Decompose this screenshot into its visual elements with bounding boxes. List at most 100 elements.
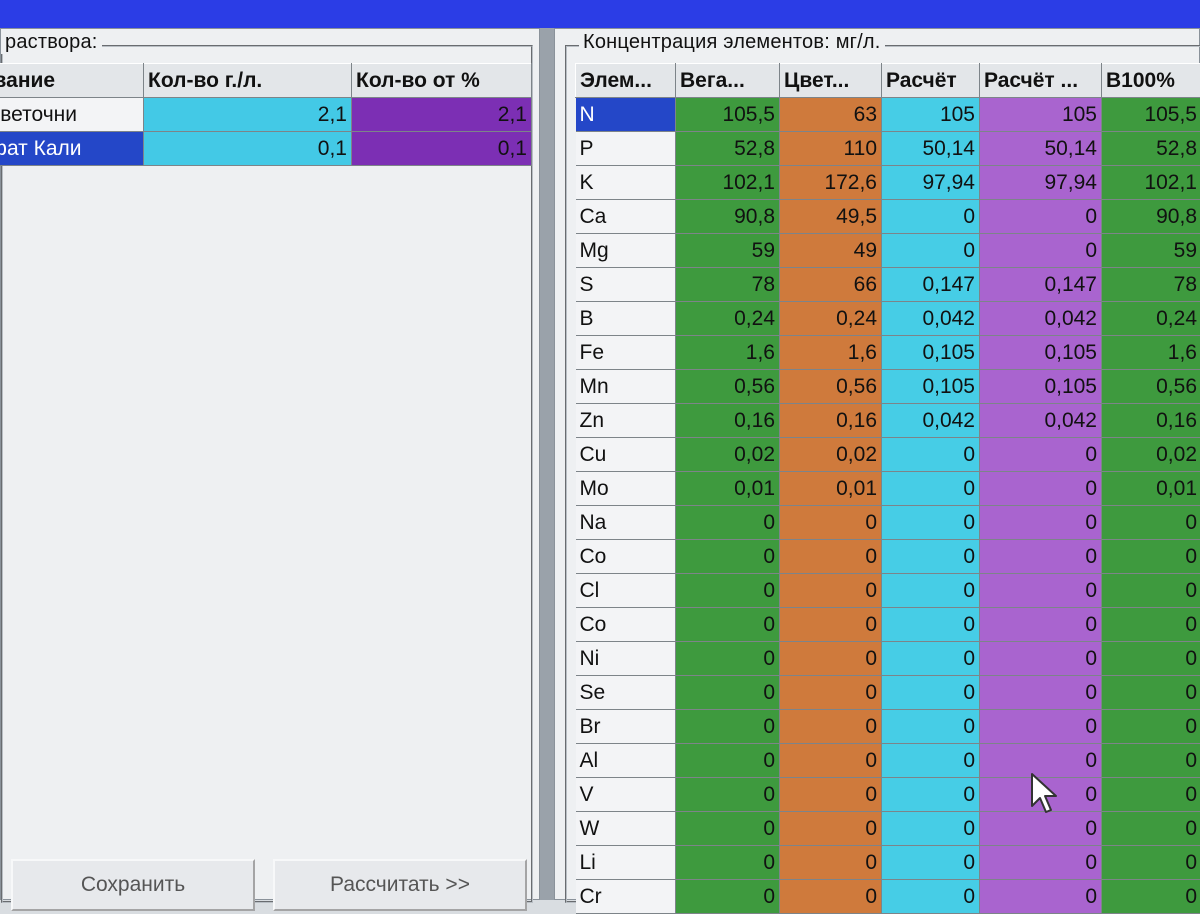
calc-value-cell[interactable]: 0 (882, 846, 980, 880)
calc2-value-cell[interactable]: 0 (980, 608, 1102, 642)
element-symbol-cell[interactable]: Zn (576, 404, 676, 438)
calc-value-cell[interactable]: 0 (882, 778, 980, 812)
calc-value-cell[interactable]: 0 (882, 234, 980, 268)
element-symbol-cell[interactable]: P (576, 132, 676, 166)
qty-pct-cell[interactable]: 0,1 (352, 132, 532, 166)
column-header-name[interactable]: нование (0, 64, 144, 98)
table-row[interactable]: P52,811050,1450,1452,8 (576, 132, 1200, 166)
calc-value-cell[interactable]: 0 (882, 608, 980, 642)
flower-value-cell[interactable]: 0 (780, 710, 882, 744)
element-symbol-cell[interactable]: S (576, 268, 676, 302)
b100-value-cell[interactable]: 0 (1102, 506, 1200, 540)
b100-value-cell[interactable]: 0 (1102, 574, 1200, 608)
table-row[interactable]: Al00000 (576, 744, 1200, 778)
veg-value-cell[interactable]: 52,8 (676, 132, 780, 166)
calc2-value-cell[interactable]: 0 (980, 472, 1102, 506)
qty-gl-cell[interactable]: 2,1 (144, 98, 352, 132)
calc2-value-cell[interactable]: 0 (980, 438, 1102, 472)
flower-value-cell[interactable]: 110 (780, 132, 882, 166)
veg-value-cell[interactable]: 0 (676, 880, 780, 914)
element-symbol-cell[interactable]: Br (576, 710, 676, 744)
veg-value-cell[interactable]: 0,24 (676, 302, 780, 336)
calc-value-cell[interactable]: 0,105 (882, 370, 980, 404)
b100-value-cell[interactable]: 0,01 (1102, 472, 1200, 506)
veg-value-cell[interactable]: 78 (676, 268, 780, 302)
b100-value-cell[interactable]: 1,6 (1102, 336, 1200, 370)
column-header-calc[interactable]: Расчёт (882, 64, 980, 98)
calc-value-cell[interactable]: 0 (882, 880, 980, 914)
fertilizer-name-cell[interactable]: я Цветочни (0, 98, 144, 132)
element-symbol-cell[interactable]: Fe (576, 336, 676, 370)
flower-value-cell[interactable]: 0 (780, 506, 882, 540)
calc2-value-cell[interactable]: 0 (980, 846, 1102, 880)
table-row[interactable]: Fe1,61,60,1050,1051,6 (576, 336, 1200, 370)
calc2-value-cell[interactable]: 105 (980, 98, 1102, 132)
b100-value-cell[interactable]: 0 (1102, 608, 1200, 642)
flower-value-cell[interactable]: 49,5 (780, 200, 882, 234)
calc-value-cell[interactable]: 0 (882, 812, 980, 846)
flower-value-cell[interactable]: 0,02 (780, 438, 882, 472)
table-row[interactable]: я Цветочни 2,1 2,1 (0, 98, 532, 132)
table-row[interactable]: Mg59490059 (576, 234, 1200, 268)
element-symbol-cell[interactable]: Na (576, 506, 676, 540)
table-row[interactable]: Se00000 (576, 676, 1200, 710)
calc-value-cell[interactable]: 0 (882, 642, 980, 676)
table-row[interactable]: Co00000 (576, 540, 1200, 574)
veg-value-cell[interactable]: 0 (676, 812, 780, 846)
calc2-value-cell[interactable]: 0 (980, 812, 1102, 846)
veg-value-cell[interactable]: 0 (676, 642, 780, 676)
b100-value-cell[interactable]: 0 (1102, 846, 1200, 880)
veg-value-cell[interactable]: 105,5 (676, 98, 780, 132)
element-symbol-cell[interactable]: Ca (576, 200, 676, 234)
b100-value-cell[interactable]: 0 (1102, 642, 1200, 676)
b100-value-cell[interactable]: 0 (1102, 710, 1200, 744)
calc2-value-cell[interactable]: 0,105 (980, 370, 1102, 404)
element-symbol-cell[interactable]: Mg (576, 234, 676, 268)
flower-value-cell[interactable]: 0 (780, 880, 882, 914)
flower-value-cell[interactable]: 0 (780, 846, 882, 880)
veg-value-cell[interactable]: 0 (676, 846, 780, 880)
veg-value-cell[interactable]: 59 (676, 234, 780, 268)
calc2-value-cell[interactable]: 0,105 (980, 336, 1102, 370)
calc2-value-cell[interactable]: 0 (980, 574, 1102, 608)
element-symbol-cell[interactable]: Mn (576, 370, 676, 404)
calc-value-cell[interactable]: 0 (882, 472, 980, 506)
b100-value-cell[interactable]: 0 (1102, 744, 1200, 778)
calc-value-cell[interactable]: 0 (882, 710, 980, 744)
table-row[interactable]: Li00000 (576, 846, 1200, 880)
table-row[interactable]: Mn0,560,560,1050,1050,56 (576, 370, 1200, 404)
b100-value-cell[interactable]: 0 (1102, 778, 1200, 812)
calc2-value-cell[interactable]: 97,94 (980, 166, 1102, 200)
element-symbol-cell[interactable]: Cr (576, 880, 676, 914)
veg-value-cell[interactable]: 0 (676, 608, 780, 642)
flower-value-cell[interactable]: 0 (780, 540, 882, 574)
table-row[interactable]: V00000 (576, 778, 1200, 812)
b100-value-cell[interactable]: 0 (1102, 880, 1200, 914)
calc-value-cell[interactable]: 50,14 (882, 132, 980, 166)
table-row[interactable]: B0,240,240,0420,0420,24 (576, 302, 1200, 336)
b100-value-cell[interactable]: 0,24 (1102, 302, 1200, 336)
column-header-flower[interactable]: Цвет... (780, 64, 882, 98)
calc-value-cell[interactable]: 0 (882, 506, 980, 540)
table-row[interactable]: Co00000 (576, 608, 1200, 642)
calc2-value-cell[interactable]: 0 (980, 540, 1102, 574)
calc-value-cell[interactable]: 0 (882, 574, 980, 608)
calc2-value-cell[interactable]: 0 (980, 200, 1102, 234)
veg-value-cell[interactable]: 0 (676, 574, 780, 608)
veg-value-cell[interactable]: 0,02 (676, 438, 780, 472)
qty-gl-cell[interactable]: 0,1 (144, 132, 352, 166)
table-row[interactable]: N105,563105105105,5 (576, 98, 1200, 132)
calc-value-cell[interactable]: 0,105 (882, 336, 980, 370)
flower-value-cell[interactable]: 1,6 (780, 336, 882, 370)
table-row[interactable]: Na00000 (576, 506, 1200, 540)
calc-value-cell[interactable]: 0 (882, 438, 980, 472)
element-symbol-cell[interactable]: Co (576, 540, 676, 574)
calc2-value-cell[interactable]: 0 (980, 234, 1102, 268)
veg-value-cell[interactable]: 0 (676, 744, 780, 778)
calc-value-cell[interactable]: 0,147 (882, 268, 980, 302)
b100-value-cell[interactable]: 0 (1102, 676, 1200, 710)
flower-value-cell[interactable]: 172,6 (780, 166, 882, 200)
calc-value-cell[interactable]: 0 (882, 744, 980, 778)
column-header-calc-2[interactable]: Расчёт ... (980, 64, 1102, 98)
element-symbol-cell[interactable]: B (576, 302, 676, 336)
